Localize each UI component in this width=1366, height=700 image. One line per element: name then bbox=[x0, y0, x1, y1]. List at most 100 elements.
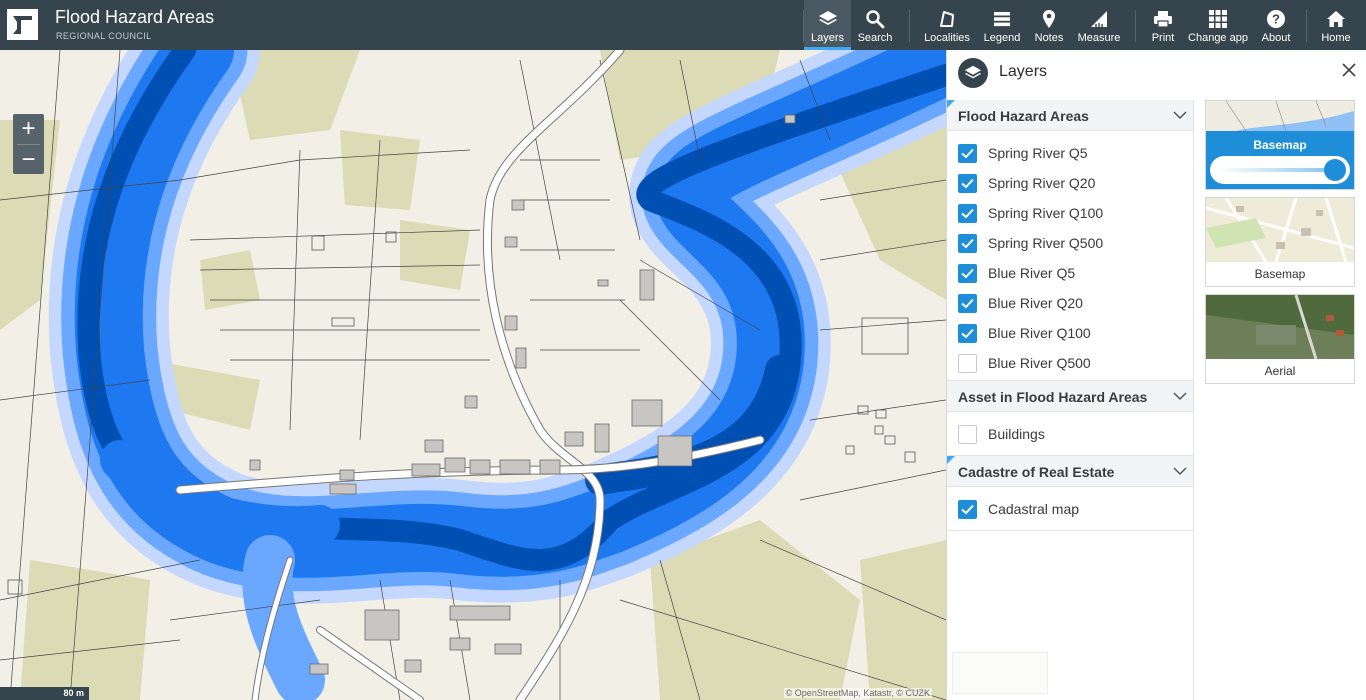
tool-legend-label: Legend bbox=[983, 32, 1021, 44]
tool-home-label: Home bbox=[1321, 32, 1351, 44]
layer-label: Buildings bbox=[988, 426, 1045, 442]
tool-home[interactable]: Home bbox=[1316, 0, 1356, 50]
close-icon[interactable] bbox=[1341, 62, 1357, 78]
check-icon bbox=[961, 328, 974, 339]
tool-search[interactable]: Search bbox=[852, 0, 898, 50]
layer-group-header[interactable]: Flood Hazard Areas bbox=[947, 100, 1193, 131]
tool-localities-label: Localities bbox=[924, 32, 970, 44]
layer-group-title: Asset in Flood Hazard Areas bbox=[958, 389, 1148, 405]
map-view[interactable]: + − bbox=[0, 50, 946, 700]
layer-label: Cadastral map bbox=[988, 501, 1080, 517]
help-icon: ? bbox=[1267, 10, 1285, 28]
layer-group-title: Flood Hazard Areas bbox=[958, 108, 1089, 124]
layers-panel: Layers Flood Hazard Areas Spring River Q… bbox=[946, 50, 1366, 700]
basemap-label: Aerial bbox=[1206, 359, 1354, 383]
layer-checkbox[interactable] bbox=[958, 234, 977, 253]
tool-print-label: Print bbox=[1151, 32, 1175, 44]
layer-item[interactable]: Spring River Q100 bbox=[947, 198, 1193, 228]
chevron-down-icon[interactable] bbox=[1173, 110, 1187, 120]
basemap-label: Basemap bbox=[1206, 262, 1354, 286]
layer-checkbox[interactable] bbox=[958, 294, 977, 313]
grid-icon bbox=[1209, 10, 1227, 28]
tool-search-label: Search bbox=[857, 32, 893, 44]
basemap-opacity-slider[interactable] bbox=[1210, 156, 1350, 184]
check-icon bbox=[961, 268, 974, 279]
layer-label: Spring River Q500 bbox=[988, 235, 1104, 251]
layer-group-header[interactable]: Cadastre of Real Estate bbox=[947, 456, 1193, 487]
layer-checkbox[interactable] bbox=[958, 264, 977, 283]
layer-item[interactable]: Blue River Q500 bbox=[947, 348, 1193, 378]
app-root: Flood Hazard Areas REGIONAL COUNCIL Laye… bbox=[0, 0, 1366, 700]
pin-icon bbox=[1043, 10, 1055, 28]
layer-tree: Flood Hazard Areas Spring River Q5 Sprin… bbox=[947, 100, 1194, 700]
slider-handle[interactable] bbox=[1324, 159, 1346, 181]
check-icon bbox=[961, 208, 974, 219]
layer-checkbox[interactable] bbox=[958, 500, 977, 519]
basemap-option[interactable]: Basemap bbox=[1205, 197, 1355, 287]
toolbar-separator bbox=[1306, 10, 1307, 42]
layer-label: Blue River Q500 bbox=[988, 355, 1091, 371]
localities-icon bbox=[940, 11, 954, 27]
overview-map[interactable] bbox=[952, 652, 1048, 694]
layer-item[interactable]: Spring River Q20 bbox=[947, 168, 1193, 198]
layer-checkbox[interactable] bbox=[958, 174, 977, 193]
group-marker bbox=[947, 456, 955, 464]
layer-checkbox[interactable] bbox=[958, 204, 977, 223]
check-icon bbox=[961, 504, 974, 515]
tool-change-app[interactable]: Change app bbox=[1186, 0, 1250, 50]
layer-item[interactable]: Blue River Q5 bbox=[947, 258, 1193, 288]
tool-about-label: About bbox=[1261, 32, 1291, 44]
tool-legend[interactable]: Legend bbox=[981, 0, 1023, 50]
layer-checkbox[interactable] bbox=[958, 324, 977, 343]
legend-icon bbox=[994, 12, 1010, 27]
check-icon bbox=[961, 178, 974, 189]
printer-icon bbox=[1154, 11, 1172, 28]
tool-notes[interactable]: Notes bbox=[1030, 0, 1068, 50]
svg-text:?: ? bbox=[1272, 12, 1280, 27]
layer-group: Asset in Flood Hazard Areas Buildings bbox=[947, 381, 1193, 456]
layer-list: Cadastral map bbox=[947, 487, 1193, 530]
tool-localities[interactable]: Localities bbox=[921, 0, 973, 50]
tool-change-app-label: Change app bbox=[1188, 32, 1248, 44]
layer-label: Spring River Q20 bbox=[988, 175, 1096, 191]
chevron-down-icon[interactable] bbox=[1173, 391, 1187, 401]
toolbar-separator bbox=[909, 10, 910, 42]
map-canvas[interactable] bbox=[0, 50, 946, 700]
panel-title: Layers bbox=[999, 63, 1048, 80]
layer-group: Cadastre of Real Estate Cadastral map bbox=[947, 456, 1193, 531]
layers-icon bbox=[964, 65, 982, 79]
layer-checkbox[interactable] bbox=[958, 425, 977, 444]
basemap-switcher: Basemap Basemap Aerial bbox=[1205, 100, 1355, 391]
layer-label: Blue River Q100 bbox=[988, 325, 1091, 341]
layer-group-header[interactable]: Asset in Flood Hazard Areas bbox=[947, 381, 1193, 412]
tool-measure[interactable]: Measure bbox=[1074, 0, 1124, 50]
layer-list: Buildings bbox=[947, 412, 1193, 455]
tool-print[interactable]: Print bbox=[1145, 0, 1181, 50]
layer-label: Spring River Q100 bbox=[988, 205, 1104, 221]
layer-item[interactable]: Buildings bbox=[947, 419, 1193, 449]
layer-item[interactable]: Blue River Q100 bbox=[947, 318, 1193, 348]
layer-item[interactable]: Spring River Q500 bbox=[947, 228, 1193, 258]
search-icon bbox=[866, 10, 885, 29]
tool-notes-label: Notes bbox=[1034, 32, 1064, 44]
layer-label: Blue River Q20 bbox=[988, 295, 1083, 311]
check-icon bbox=[961, 148, 974, 159]
layer-item[interactable]: Blue River Q20 bbox=[947, 288, 1193, 318]
tool-layers[interactable]: Layers bbox=[804, 0, 851, 50]
layer-group: Flood Hazard Areas Spring River Q5 Sprin… bbox=[947, 100, 1193, 381]
basemap-option-active[interactable]: Basemap bbox=[1205, 100, 1355, 190]
basemap-option[interactable]: Aerial bbox=[1205, 294, 1355, 384]
layer-checkbox[interactable] bbox=[958, 354, 977, 373]
map-attribution: © OpenStreetMap, Katastr, © CUZK bbox=[783, 688, 932, 698]
basemap-thumbnail bbox=[1206, 198, 1354, 262]
chevron-down-icon[interactable] bbox=[1173, 466, 1187, 476]
layer-item[interactable]: Spring River Q5 bbox=[947, 138, 1193, 168]
tool-about[interactable]: ? About bbox=[1257, 0, 1295, 50]
check-icon bbox=[961, 298, 974, 309]
layer-label: Blue River Q5 bbox=[988, 265, 1076, 281]
top-bar: Flood Hazard Areas REGIONAL COUNCIL Laye… bbox=[0, 0, 1366, 50]
zoom-out-button[interactable]: − bbox=[13, 145, 44, 175]
zoom-in-button[interactable]: + bbox=[13, 114, 44, 144]
layer-checkbox[interactable] bbox=[958, 144, 977, 163]
layer-item[interactable]: Cadastral map bbox=[947, 494, 1193, 524]
